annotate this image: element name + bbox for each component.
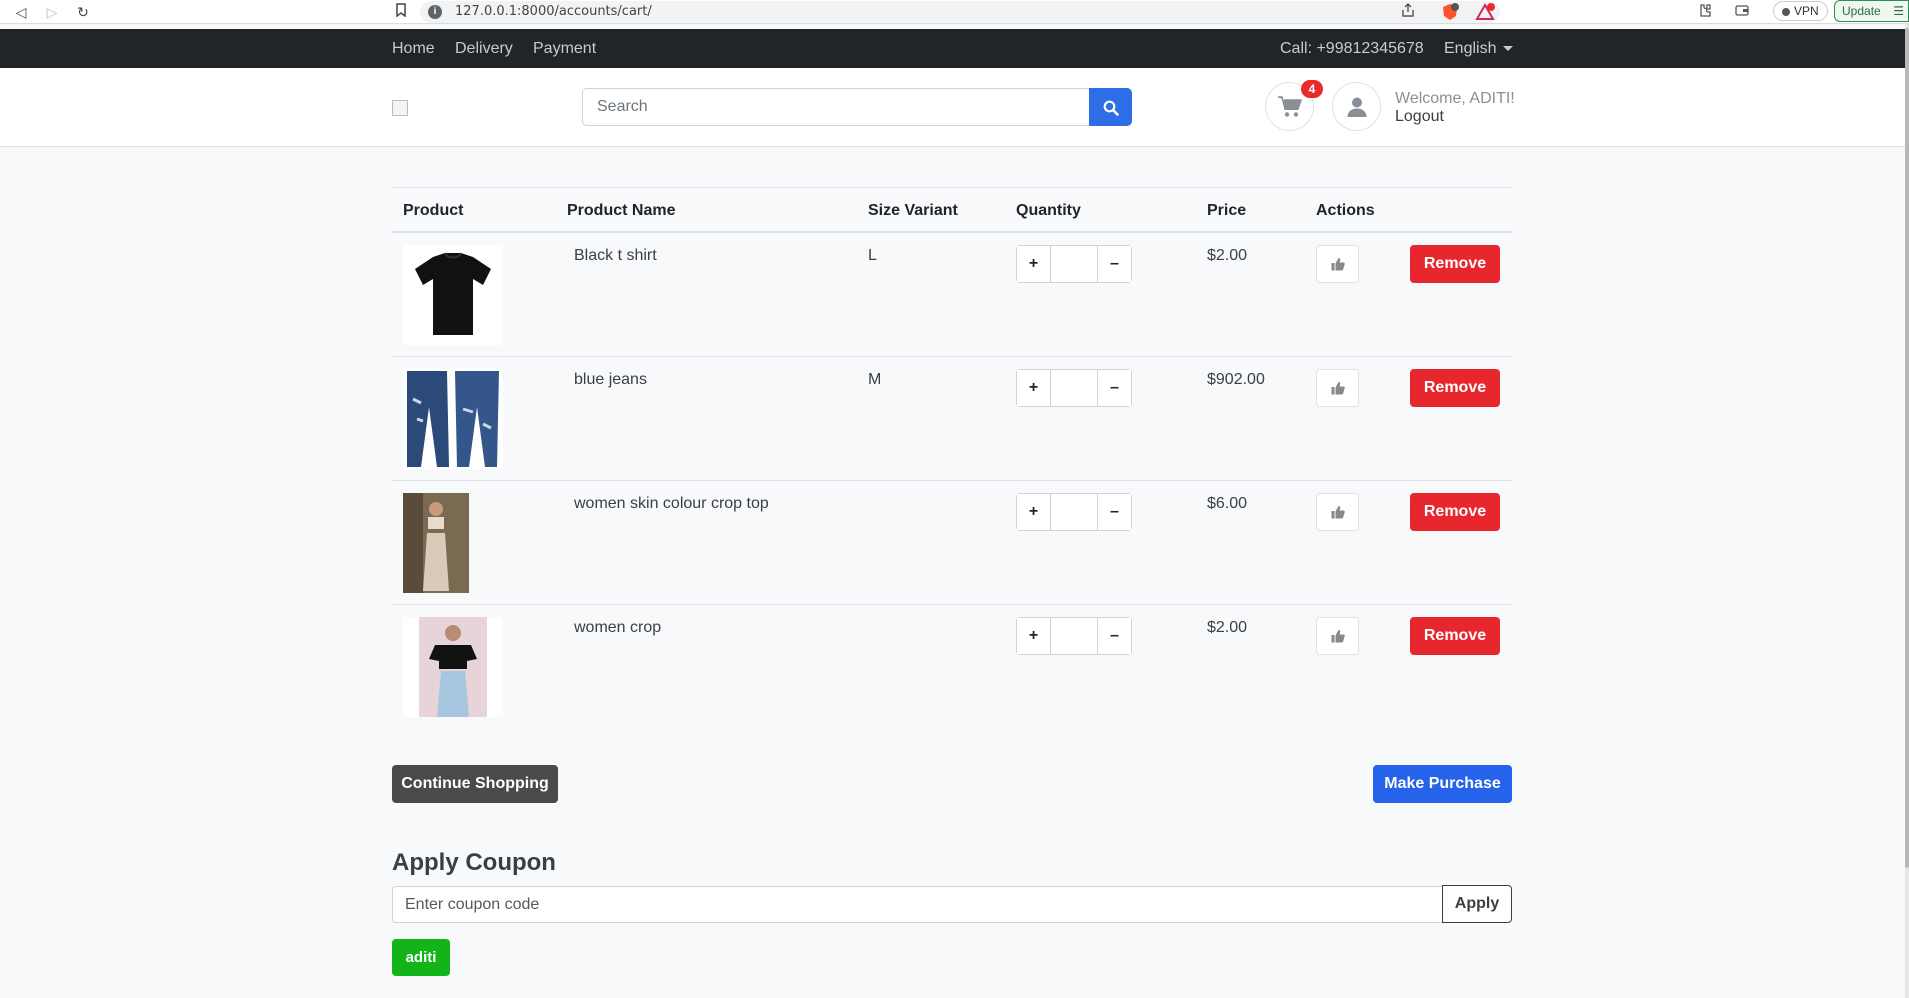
coupon-heading: Apply Coupon xyxy=(392,849,556,876)
search-button[interactable] xyxy=(1089,88,1132,126)
site-header: 4 Welcome, ADITI! Logout xyxy=(0,68,1905,147)
share-icon[interactable] xyxy=(1400,2,1416,22)
remove-button[interactable]: Remove xyxy=(1410,369,1500,407)
thumbs-up-icon xyxy=(1331,258,1345,271)
vpn-label: VPN xyxy=(1794,4,1819,18)
increment-button[interactable]: + xyxy=(1017,618,1051,654)
product-name: women skin colour crop top xyxy=(574,495,769,512)
increment-button[interactable]: + xyxy=(1017,370,1051,406)
table-header: Product Product Name Size Variant Quanti… xyxy=(392,187,1512,233)
cart-count-badge: 4 xyxy=(1301,80,1323,98)
search-input[interactable] xyxy=(582,88,1089,126)
extensions-icon[interactable] xyxy=(1697,2,1713,22)
blue-jeans-image[interactable] xyxy=(403,369,503,469)
quantity-stepper: + – xyxy=(1016,245,1132,283)
user-icon xyxy=(1347,97,1367,117)
header-size-variant: Size Variant xyxy=(868,202,958,219)
reload-icon[interactable]: ↻ xyxy=(74,3,92,21)
logout-link[interactable]: Logout xyxy=(1395,108,1444,126)
header-price: Price xyxy=(1207,202,1247,219)
back-icon[interactable]: ◁ xyxy=(12,3,30,21)
address-bar[interactable]: i 127.0.0.1:8000/accounts/cart/ xyxy=(420,1,1500,23)
like-button[interactable] xyxy=(1316,369,1359,407)
vpn-button[interactable]: VPN xyxy=(1773,1,1828,21)
quantity-stepper: + – xyxy=(1016,617,1132,655)
menu-icon[interactable]: ☰ xyxy=(1893,1,1904,21)
remove-button[interactable]: Remove xyxy=(1410,245,1500,283)
cart-icon xyxy=(1278,96,1303,117)
language-label: English xyxy=(1444,40,1497,57)
coupon-input[interactable] xyxy=(392,886,1443,923)
call-number: Call: +99812345678 xyxy=(1280,40,1424,57)
brave-rewards-icon[interactable] xyxy=(1475,2,1497,22)
language-dropdown[interactable]: English xyxy=(1444,40,1514,58)
price: $6.00 xyxy=(1207,495,1248,512)
wallet-icon[interactable] xyxy=(1734,2,1750,22)
like-button[interactable] xyxy=(1316,493,1359,531)
forward-icon[interactable]: ▷ xyxy=(43,3,61,21)
price: $902.00 xyxy=(1207,371,1265,388)
applied-coupon-badge[interactable]: aditi xyxy=(392,939,450,976)
site-info-icon[interactable]: i xyxy=(428,5,442,19)
brave-shield-icon[interactable] xyxy=(1440,2,1460,22)
browser-toolbar: ◁ ▷ ↻ i 127.0.0.1:8000/accounts/cart/ VP… xyxy=(0,0,1909,24)
women-crop-image[interactable] xyxy=(403,617,503,717)
update-label: Update xyxy=(1842,4,1881,18)
page-scrollbar-thumb[interactable] xyxy=(1905,28,1909,868)
size-variant: L xyxy=(868,247,877,264)
price: $2.00 xyxy=(1207,247,1248,264)
price: $2.00 xyxy=(1207,619,1248,636)
quantity-stepper: + – xyxy=(1016,369,1132,407)
header-actions: Actions xyxy=(1316,202,1375,219)
update-button[interactable]: Update ☰ xyxy=(1834,0,1909,22)
nav-delivery-link[interactable]: Delivery xyxy=(455,40,513,58)
make-purchase-button[interactable]: Make Purchase xyxy=(1373,765,1512,803)
decrement-button[interactable]: – xyxy=(1097,246,1131,282)
welcome-text: Welcome, ADITI! xyxy=(1395,90,1515,107)
broken-logo-image[interactable] xyxy=(392,100,408,116)
thumbs-up-icon xyxy=(1331,630,1345,643)
vpn-status-icon xyxy=(1782,7,1790,16)
like-button[interactable] xyxy=(1316,245,1359,283)
remove-button[interactable]: Remove xyxy=(1410,493,1500,531)
table-row: women crop + – $2.00 Remove xyxy=(392,605,1512,729)
bookmark-icon[interactable] xyxy=(392,3,410,21)
decrement-button[interactable]: – xyxy=(1097,618,1131,654)
nav-home-link[interactable]: Home xyxy=(392,40,435,58)
table-row: Black t shirt L + – $2.00 Remove xyxy=(392,233,1512,357)
decrement-button[interactable]: – xyxy=(1097,494,1131,530)
user-avatar-button[interactable] xyxy=(1332,82,1381,131)
quantity-stepper: + – xyxy=(1016,493,1132,531)
increment-button[interactable]: + xyxy=(1017,494,1051,530)
black-tshirt-image[interactable] xyxy=(403,245,503,345)
crop-top-image[interactable] xyxy=(403,493,469,593)
caret-down-icon xyxy=(1503,46,1514,52)
size-variant: M xyxy=(868,371,882,388)
product-name: Black t shirt xyxy=(574,247,657,264)
increment-button[interactable]: + xyxy=(1017,246,1051,282)
product-name: women crop xyxy=(574,619,662,636)
table-row: blue jeans M + – $902.00 Remove xyxy=(392,357,1512,481)
continue-shopping-button[interactable]: Continue Shopping xyxy=(392,765,558,803)
product-name: blue jeans xyxy=(574,371,647,388)
top-navbar: Home Delivery Payment Call: +99812345678… xyxy=(0,29,1905,68)
remove-button[interactable]: Remove xyxy=(1410,617,1500,655)
url-text: 127.0.0.1:8000/accounts/cart/ xyxy=(455,4,652,19)
search-icon xyxy=(1103,100,1119,116)
nav-payment-link[interactable]: Payment xyxy=(533,40,596,58)
thumbs-up-icon xyxy=(1331,382,1345,395)
decrement-button[interactable]: – xyxy=(1097,370,1131,406)
like-button[interactable] xyxy=(1316,617,1359,655)
apply-coupon-button[interactable]: Apply xyxy=(1442,885,1512,923)
thumbs-up-icon xyxy=(1331,506,1345,519)
header-product: Product xyxy=(403,202,464,219)
header-quantity: Quantity xyxy=(1016,202,1081,219)
header-product-name: Product Name xyxy=(567,202,676,219)
table-row: women skin colour crop top + – $6.00 Rem… xyxy=(392,481,1512,605)
